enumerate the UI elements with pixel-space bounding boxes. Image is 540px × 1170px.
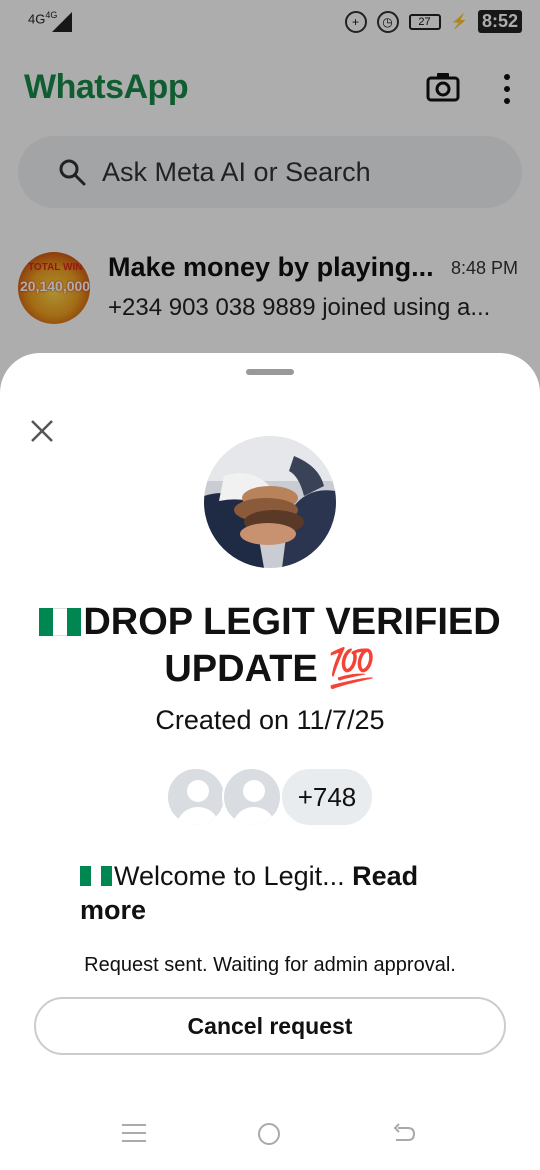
nigeria-flag-icon [39,601,82,636]
created-date: Created on 11/7/25 [155,705,385,735]
home-icon[interactable] [258,1123,280,1145]
member-avatar-icon [166,767,226,827]
group-name: DROP LEGIT VERIFIED UPDATE 💯 [20,599,520,693]
system-nav-bar [0,1108,540,1170]
request-status: Request sent. Waiting for admin approval… [84,954,456,976]
recent-apps-icon[interactable] [122,1124,146,1142]
group-info-sheet: DROP LEGIT VERIFIED UPDATE 💯 Created on … [0,353,540,1170]
group-description: Welcome to Legit... Read more [80,860,419,925]
group-avatar [204,436,336,568]
nigeria-flag-icon [80,860,112,886]
member-count: +748 [280,767,374,827]
member-avatar-icon [222,767,282,827]
close-icon[interactable] [28,417,56,445]
member-preview: +748 [166,767,376,827]
drag-handle[interactable] [246,369,294,375]
hundred-emoji-icon: 💯 [328,648,376,690]
cancel-request-button[interactable]: Cancel request [34,997,506,1055]
back-icon[interactable] [392,1122,416,1146]
